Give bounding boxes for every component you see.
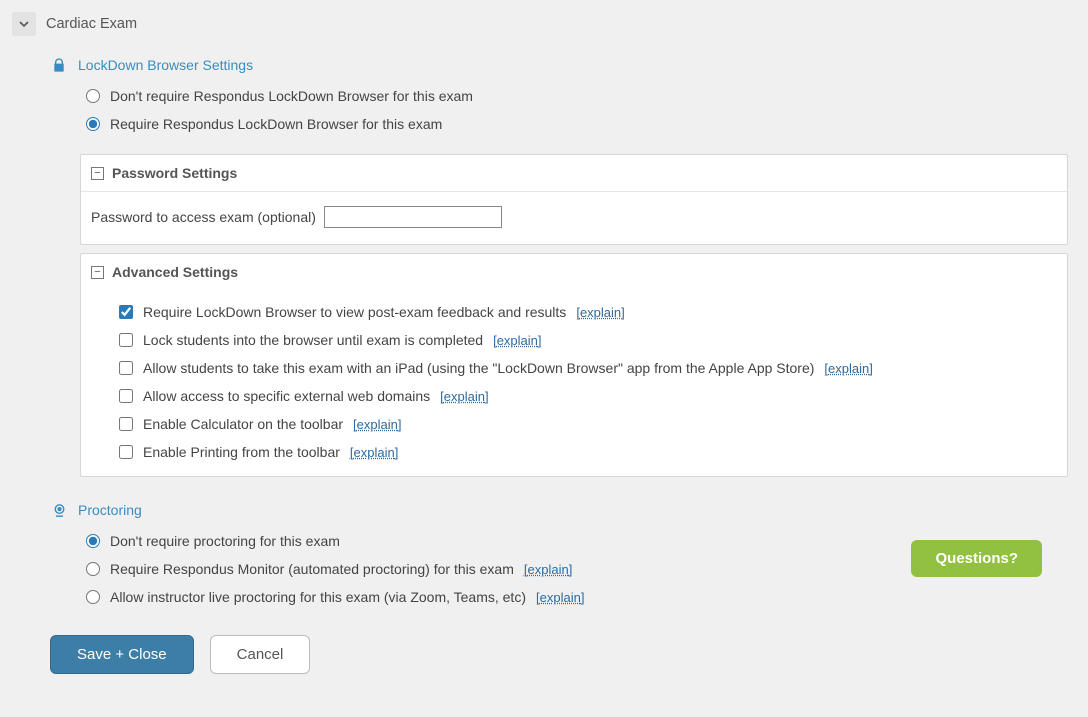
exam-title: Cardiac Exam — [46, 16, 137, 32]
password-panel-title: Password Settings — [112, 165, 237, 181]
proc-explain-2[interactable]: explain — [536, 590, 584, 605]
proc-radio-0[interactable] — [86, 534, 100, 548]
password-label: Password to access exam (optional) — [91, 209, 316, 225]
questions-button[interactable]: Questions? — [911, 540, 1042, 577]
proc-radio-1[interactable] — [86, 562, 100, 576]
adv-check-label-4: Enable Calculator on the toolbar — [143, 416, 343, 432]
adv-check-label-1: Lock students into the browser until exa… — [143, 332, 483, 348]
radio-not-require-ldb[interactable] — [86, 89, 100, 103]
adv-explain-3[interactable]: explain — [440, 389, 488, 404]
proc-radio-label-2[interactable]: Allow instructor live proctoring for thi… — [110, 589, 526, 605]
advanced-panel-title: Advanced Settings — [112, 264, 238, 280]
adv-explain-0[interactable]: explain — [576, 305, 624, 320]
adv-check-4[interactable] — [119, 417, 133, 431]
lock-icon — [50, 56, 68, 74]
collapse-advanced-panel[interactable]: − — [91, 266, 104, 279]
adv-explain-1[interactable]: explain — [493, 333, 541, 348]
adv-check-label-3: Allow access to specific external web do… — [143, 388, 430, 404]
proc-explain-1[interactable]: explain — [524, 562, 572, 577]
cancel-button[interactable]: Cancel — [210, 635, 311, 674]
lockdown-section-label: LockDown Browser Settings — [78, 57, 253, 73]
adv-explain-5[interactable]: explain — [350, 445, 398, 460]
adv-check-0[interactable] — [119, 305, 133, 319]
proc-radio-label-0[interactable]: Don't require proctoring for this exam — [110, 533, 340, 549]
adv-explain-4[interactable]: explain — [353, 417, 401, 432]
adv-check-2[interactable] — [119, 361, 133, 375]
adv-check-label-5: Enable Printing from the toolbar — [143, 444, 340, 460]
radio-require-ldb-label[interactable]: Require Respondus LockDown Browser for t… — [110, 116, 442, 132]
proctoring-section-label: Proctoring — [78, 502, 142, 518]
adv-check-3[interactable] — [119, 389, 133, 403]
radio-require-ldb[interactable] — [86, 117, 100, 131]
collapse-toggle[interactable] — [12, 12, 36, 36]
chevron-down-icon — [18, 18, 30, 30]
adv-check-5[interactable] — [119, 445, 133, 459]
adv-explain-2[interactable]: explain — [824, 361, 872, 376]
radio-not-require-ldb-label[interactable]: Don't require Respondus LockDown Browser… — [110, 88, 473, 104]
proc-radio-2[interactable] — [86, 590, 100, 604]
adv-check-label-2: Allow students to take this exam with an… — [143, 360, 814, 376]
save-close-button[interactable]: Save + Close — [50, 635, 194, 674]
collapse-password-panel[interactable]: − — [91, 167, 104, 180]
adv-check-label-0: Require LockDown Browser to view post-ex… — [143, 304, 566, 320]
webcam-icon — [50, 501, 68, 519]
proc-radio-label-1[interactable]: Require Respondus Monitor (automated pro… — [110, 561, 514, 577]
adv-check-1[interactable] — [119, 333, 133, 347]
password-input[interactable] — [324, 206, 502, 228]
